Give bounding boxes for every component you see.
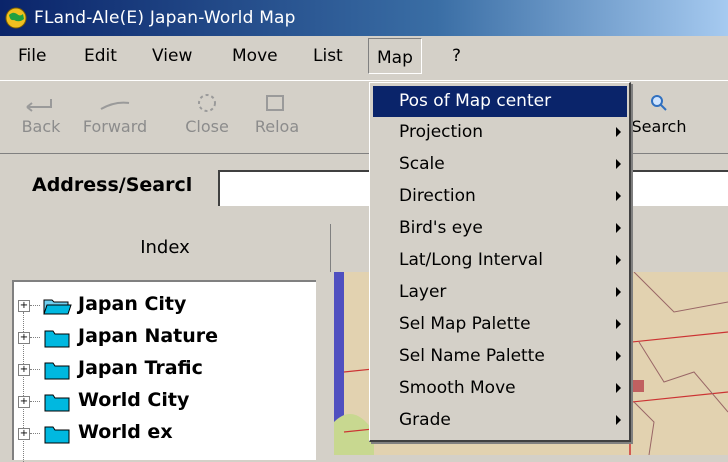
menu-view[interactable]: View — [152, 46, 192, 66]
menu-item-label: Projection — [399, 122, 484, 142]
menu-item-sel-map-palette[interactable]: Sel Map Palette — [373, 309, 627, 340]
address-label: Address/Searcl — [32, 174, 193, 196]
menu-item-label: Grade — [399, 410, 451, 430]
menu-file[interactable]: File — [18, 46, 46, 66]
expand-icon[interactable]: + — [18, 300, 30, 312]
close-button[interactable]: Close — [172, 85, 242, 147]
map-menu-dropdown: Pos of Map center Projection Scale Direc… — [369, 82, 631, 442]
menu-help[interactable]: ? — [452, 46, 461, 66]
tree-dots — [30, 369, 40, 370]
tree-item-label: Japan Nature — [78, 325, 219, 347]
window-title: FLand-Ale(E) Japan-World Map — [34, 8, 296, 28]
menu-bar: File Edit View Move List Map ? — [0, 36, 728, 76]
menu-item-projection[interactable]: Projection — [373, 117, 627, 148]
menu-item-direction[interactable]: Direction — [373, 181, 627, 212]
menu-edit[interactable]: Edit — [84, 46, 117, 66]
close-icon — [198, 94, 216, 112]
search-icon — [651, 95, 667, 111]
submenu-arrow-icon — [616, 127, 621, 137]
index-panel: Index + Japan City + Japan Nature + Japa… — [0, 224, 332, 462]
folder-icon — [44, 394, 70, 412]
menu-item-label: Pos of Map center — [399, 91, 552, 111]
menu-item-sel-name-palette[interactable]: Sel Name Palette — [373, 341, 627, 372]
index-tree: + Japan City + Japan Nature + Japan Traf… — [12, 280, 316, 462]
menu-item-birds-eye[interactable]: Bird's eye — [373, 213, 627, 244]
submenu-arrow-icon — [616, 255, 621, 265]
close-label: Close — [185, 117, 229, 136]
title-bar: FLand-Ale(E) Japan-World Map — [0, 0, 728, 36]
globe-icon — [5, 7, 27, 29]
submenu-arrow-icon — [616, 351, 621, 361]
menu-item-label: Sel Name Palette — [399, 346, 545, 366]
reload-button[interactable]: Reloa — [242, 85, 312, 147]
menu-item-label: Direction — [399, 186, 476, 206]
folder-icon — [44, 330, 70, 348]
folder-icon — [44, 426, 70, 444]
submenu-arrow-icon — [616, 415, 621, 425]
menu-item-label: Sel Map Palette — [399, 314, 531, 334]
forward-button[interactable]: Forward — [80, 85, 150, 147]
expand-icon[interactable]: + — [18, 332, 30, 344]
menu-item-layer[interactable]: Layer — [373, 277, 627, 308]
back-label: Back — [21, 117, 61, 136]
expand-icon[interactable]: + — [18, 396, 30, 408]
expand-icon[interactable]: + — [18, 428, 30, 440]
search-label: Search — [631, 117, 687, 136]
menu-item-label: Lat/Long Interval — [399, 250, 543, 270]
menu-move[interactable]: Move — [232, 46, 278, 66]
tree-dots — [30, 337, 40, 338]
tree-item-label: World City — [78, 389, 190, 411]
folder-icon — [44, 362, 70, 380]
menu-map[interactable]: Map — [368, 38, 422, 74]
submenu-arrow-icon — [616, 383, 621, 393]
tree-dots — [30, 433, 40, 434]
tree-dots — [30, 305, 40, 306]
reload-label: Reloa — [254, 117, 300, 136]
submenu-arrow-icon — [616, 287, 621, 297]
submenu-arrow-icon — [616, 191, 621, 201]
tree-item-label: Japan City — [78, 293, 187, 315]
menu-item-grade[interactable]: Grade — [373, 405, 627, 436]
tree-item-label: Japan Trafic — [78, 357, 203, 379]
forward-arrow-icon — [100, 101, 130, 110]
forward-label: Forward — [82, 117, 148, 136]
back-button[interactable]: Back — [6, 85, 76, 147]
menu-item-scale[interactable]: Scale — [373, 149, 627, 180]
menu-item-pos-of-map-center[interactable]: Pos of Map center — [373, 86, 627, 117]
back-arrow-icon — [26, 99, 52, 112]
search-button[interactable]: Search — [624, 85, 694, 147]
folder-open-icon — [43, 299, 72, 315]
menu-item-lat-long-interval[interactable]: Lat/Long Interval — [373, 245, 627, 276]
menu-item-smooth-move[interactable]: Smooth Move — [373, 373, 627, 404]
index-header: Index — [0, 224, 331, 272]
submenu-arrow-icon — [616, 223, 621, 233]
menu-item-label: Layer — [399, 282, 447, 302]
reload-icon — [266, 95, 284, 111]
submenu-arrow-icon — [616, 319, 621, 329]
tree-item-label: World ex — [78, 421, 173, 443]
tree-dots — [30, 401, 40, 402]
menu-item-label: Bird's eye — [399, 218, 483, 238]
menu-item-label: Smooth Move — [399, 378, 516, 398]
menu-item-label: Scale — [399, 154, 445, 174]
menu-list[interactable]: List — [313, 46, 343, 66]
expand-icon[interactable]: + — [18, 364, 30, 376]
submenu-arrow-icon — [616, 159, 621, 169]
